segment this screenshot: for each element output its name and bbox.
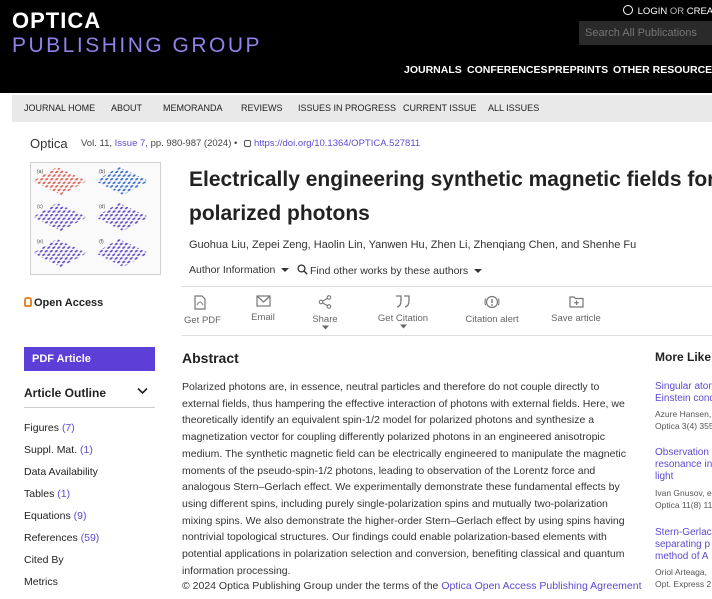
search-input[interactable] [579, 21, 712, 45]
email-button[interactable]: Email [248, 295, 278, 323]
related-article-1-title[interactable]: Singular atom Einstein cond [655, 381, 712, 405]
folder-plus-icon [568, 296, 584, 308]
copyright-line: © 2024 Optica Publishing Group under the… [182, 580, 642, 592]
quote-icon [396, 295, 410, 308]
related-article-2-journal: Optica 11(8) 11 [655, 500, 712, 510]
caret-down-icon [281, 268, 290, 272]
open-access-agreement-link[interactable]: Optica Open Access Publishing Agreement [441, 580, 641, 592]
site-header: OPTICA PUBLISHING GROUP LOGIN OR CREATE … [0, 0, 712, 93]
share-button[interactable]: Share [305, 295, 345, 335]
outline-item-equations[interactable]: Equations (9) [24, 510, 86, 522]
citation-volume: Vol. 11, [81, 138, 112, 149]
user-icon [623, 5, 633, 15]
figure-label-a: (a) [37, 169, 43, 175]
figure-thumbnail-graphic: (a) (b) (c) (d) (e) (f) [33, 167, 149, 267]
share-icon [318, 295, 332, 309]
toolbar-bottom-rule [182, 335, 712, 336]
login-or: OR [669, 6, 685, 17]
nav-other-resources[interactable]: OTHER RESOURCES [613, 64, 712, 76]
article-title: Electrically engineering synthetic magne… [189, 168, 712, 225]
email-icon [255, 295, 271, 307]
toolbar-top-rule [182, 286, 712, 287]
related-article-2-title[interactable]: Observation resonance in light [655, 447, 712, 483]
logo-optica[interactable]: OPTICA [12, 8, 101, 34]
subnav-reviews[interactable]: REVIEWS [241, 103, 283, 113]
figure-label-f: (f) [99, 239, 104, 245]
open-lock-icon [24, 297, 32, 307]
open-access-label: Open Access [34, 297, 104, 309]
outline-item-data-availability[interactable]: Data Availability [24, 466, 98, 478]
citation-pages: pp. 980-987 [150, 138, 202, 149]
subnav-all-issues[interactable]: ALL ISSUES [488, 103, 539, 113]
caret-down-icon [321, 325, 329, 330]
citation-line: Vol. 11, Issue 7, pp. 980-987 (2024) • h… [81, 138, 420, 149]
subnav-journal-home[interactable]: JOURNAL HOME [24, 103, 95, 113]
journal-subnav: JOURNAL HOME ABOUT MEMORANDA REVIEWS ISS… [12, 95, 712, 122]
related-article-1-journal: Optica 3(4) 355 [655, 421, 712, 431]
chevron-down-icon[interactable] [137, 386, 148, 398]
related-article-1-author: Azure Hansen, [655, 409, 712, 419]
logo-publishing-group[interactable]: PUBLISHING GROUP [12, 34, 262, 58]
open-access-badge: Open Access [24, 297, 103, 309]
get-pdf-button[interactable]: Get PDF [184, 295, 221, 326]
author-information-toggle[interactable]: Author Information [189, 264, 290, 276]
save-article-button[interactable]: Save article [551, 295, 601, 324]
more-like-this-heading: More Like T [655, 350, 712, 364]
figure-thumbnail[interactable]: (a) (b) (c) (d) (e) (f) [30, 162, 161, 275]
pdf-article-button[interactable]: PDF Article [24, 347, 155, 371]
citation-separator: • [234, 138, 238, 149]
search-icon [297, 264, 308, 275]
related-article-3-author: Oriol Arteaga, [655, 567, 707, 577]
related-article-3-title[interactable]: Stern-Gerlac separating p method of A [655, 527, 712, 563]
alert-circle-icon [484, 295, 500, 309]
create-account-link[interactable]: CREATE A [687, 6, 712, 17]
author-list[interactable]: Guohua Liu, Zepei Zeng, Haolin Lin, Yanw… [189, 239, 636, 251]
nav-conferences[interactable]: CONFERENCES [467, 64, 548, 76]
related-article-2-author: Ivan Gnusov, e [655, 488, 712, 498]
article-outline-title[interactable]: Article Outline [24, 386, 106, 400]
login-link[interactable]: LOGIN [638, 6, 668, 17]
nav-journals[interactable]: JOURNALS [404, 64, 462, 76]
citation-year: (2024) [203, 138, 232, 149]
outline-item-cited-by[interactable]: Cited By [24, 554, 64, 566]
abstract-heading: Abstract [182, 350, 239, 366]
lock-icon [244, 140, 251, 147]
outline-item-figures[interactable]: Figures (7) [24, 422, 75, 434]
outline-item-tables[interactable]: Tables (1) [24, 488, 70, 500]
find-other-works-toggle[interactable]: Find other works by these authors [297, 264, 483, 277]
citation-issue-link[interactable]: Issue 7, [115, 138, 148, 149]
outline-item-suppl-mat[interactable]: Suppl. Mat. (1) [24, 444, 93, 456]
subnav-memoranda[interactable]: MEMORANDA [163, 103, 223, 113]
doi-link[interactable]: https://doi.org/10.1364/OPTICA.527811 [254, 138, 420, 149]
caret-down-icon [399, 324, 407, 329]
citation-alert-button[interactable]: Citation alert [464, 295, 520, 325]
outline-item-metrics[interactable]: Metrics [24, 576, 58, 588]
figure-label-e: (e) [37, 239, 43, 245]
subnav-current-issue[interactable]: CURRENT ISSUE [403, 103, 476, 113]
subnav-issues-in-progress[interactable]: ISSUES IN PROGRESS [298, 103, 396, 113]
figure-label-d: (d) [99, 204, 105, 210]
outline-item-references[interactable]: References (59) [24, 532, 99, 544]
abstract-text: Polarized photons are, in essence, neutr… [182, 381, 626, 577]
nav-preprints[interactable]: PREPRINTS [548, 64, 608, 76]
login-row: LOGIN OR CREATE A [623, 5, 712, 17]
related-article-3-journal: Opt. Express 2 [655, 579, 712, 589]
caret-down-icon [474, 269, 483, 273]
subnav-about[interactable]: ABOUT [111, 103, 142, 113]
pdf-file-icon [194, 295, 206, 310]
figure-label-c: (c) [37, 204, 43, 210]
outline-divider [24, 407, 155, 408]
get-citation-button[interactable]: Get Citation [373, 295, 433, 334]
journal-name[interactable]: Optica [30, 136, 68, 151]
figure-label-b: (b) [99, 169, 105, 175]
